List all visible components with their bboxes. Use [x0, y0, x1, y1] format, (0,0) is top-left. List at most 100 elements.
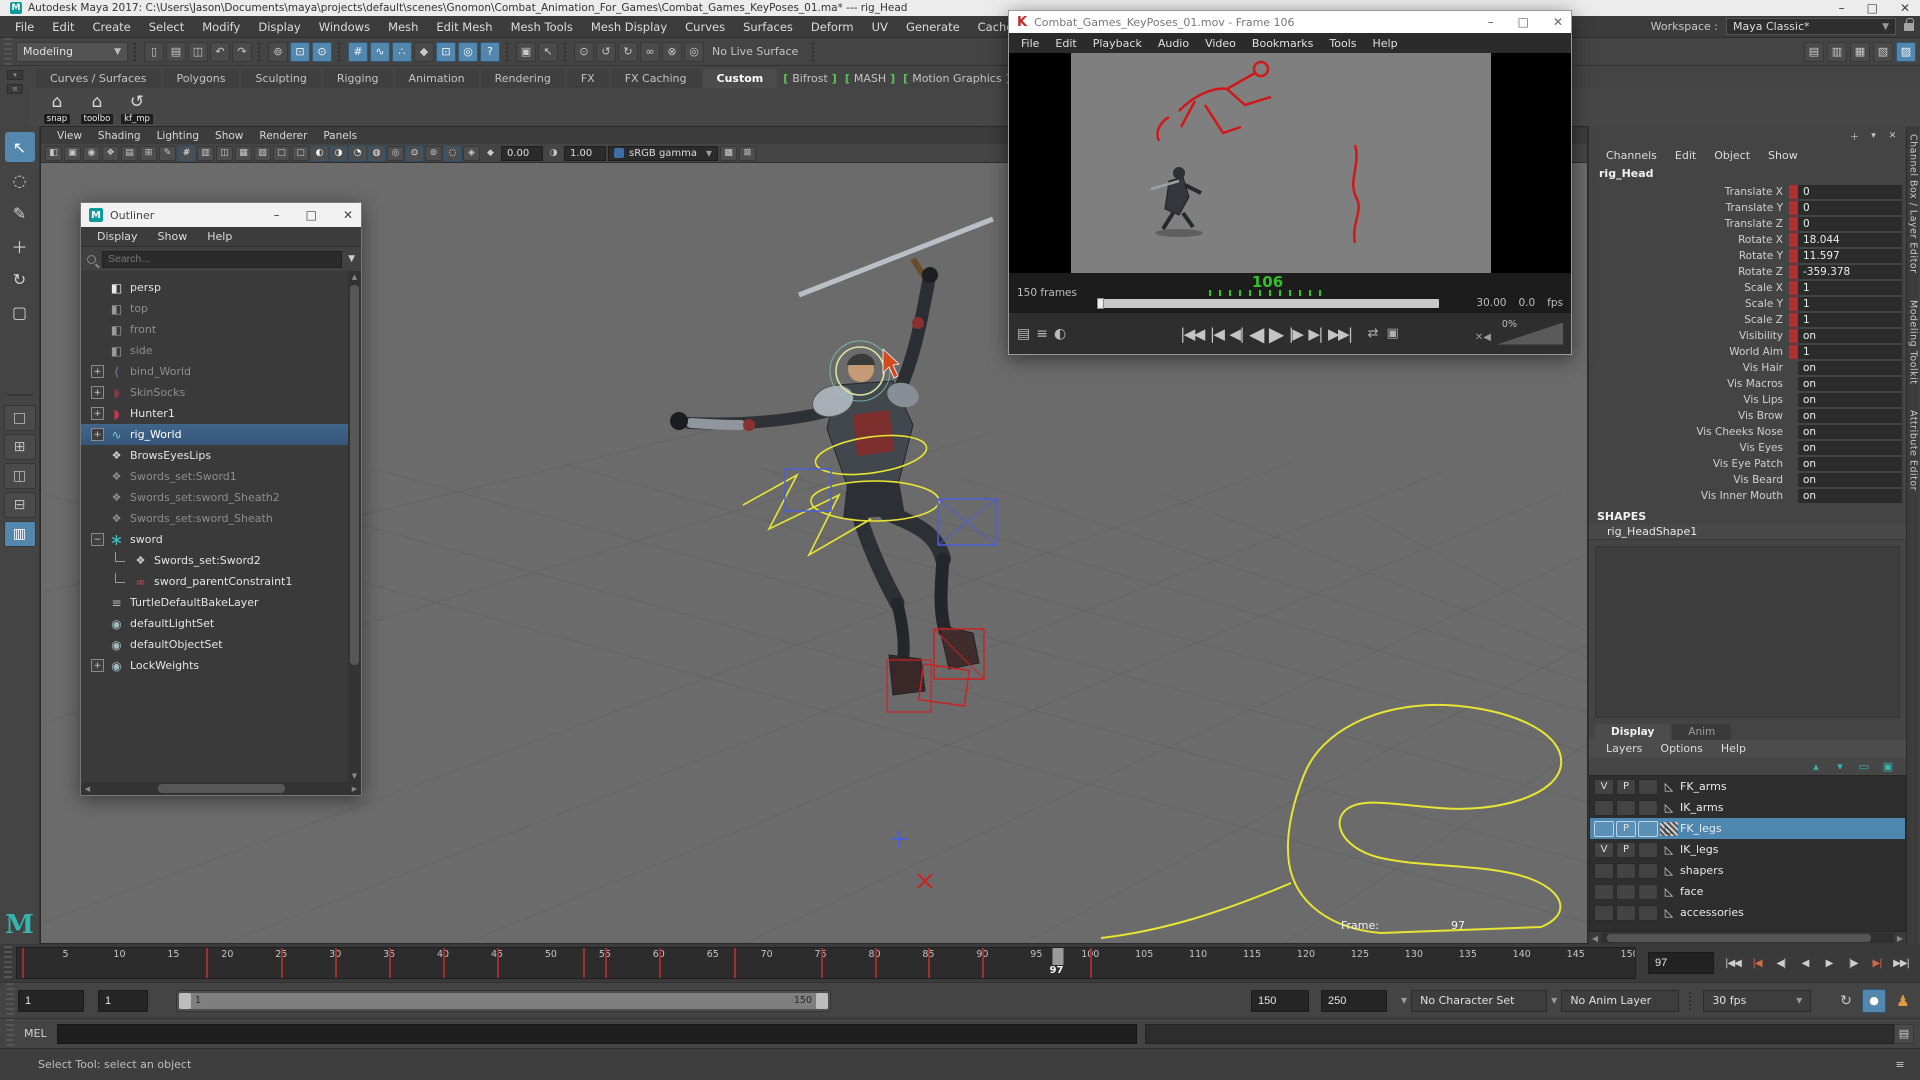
outliner-item-label[interactable]: Swords_set:Sword2 — [154, 554, 261, 567]
expander-icon[interactable] — [91, 470, 104, 483]
gamma-field[interactable]: 1.00 — [564, 146, 606, 161]
outliner-item[interactable]: ≡ TurtleDefaultBakeLayer — [81, 592, 348, 613]
panel-menu-item[interactable]: Show — [207, 130, 251, 142]
attribute-editor-toggle-icon[interactable]: ▦ — [1850, 42, 1870, 62]
outliner-item[interactable]: ∞ sword_parentConstraint1 — [81, 571, 348, 592]
empty-layer-icon[interactable]: ▭ — [1856, 759, 1872, 773]
channel-row[interactable]: Scale X 1 — [1589, 280, 1906, 296]
depth-of-field-icon[interactable]: ◈ — [463, 146, 480, 161]
move-layer-up-icon[interactable]: ▴ — [1808, 759, 1824, 773]
panel-menu-item[interactable]: View — [49, 130, 90, 142]
playback-loop-icon[interactable]: ↻ — [1836, 991, 1856, 1011]
snap-to-view-plane-icon[interactable]: ⊡ — [436, 42, 456, 62]
channel-value-field[interactable]: 18.044 — [1798, 233, 1902, 247]
player-transport-button[interactable]: ◀ — [1249, 322, 1263, 346]
range-start-handle[interactable] — [179, 993, 191, 1009]
playback-button[interactable]: |▶ — [1842, 951, 1864, 975]
outliner-persp-layout-icon[interactable]: ▥ — [4, 521, 36, 547]
player-scrub-bar[interactable] — [1097, 299, 1439, 308]
expander-icon[interactable]: + — [91, 428, 104, 441]
outliner-item[interactable]: ❖ Swords_set:Sword1 — [81, 466, 348, 487]
channel-row[interactable]: Vis Eye Patch on — [1589, 456, 1906, 472]
manipulator-icon[interactable]: ＋ — [1847, 129, 1862, 143]
channel-row[interactable]: Vis Brow on — [1589, 408, 1906, 424]
playback-start-field[interactable] — [98, 990, 148, 1012]
layer-display-type-toggle[interactable] — [1638, 779, 1658, 795]
layer-playback-toggle[interactable]: P — [1616, 821, 1636, 837]
channel-value-field[interactable]: on — [1798, 361, 1902, 375]
snap-options-icon[interactable]: ? — [480, 42, 500, 62]
player-transport-button[interactable]: ▶ — [1269, 322, 1283, 346]
scrub-handle[interactable] — [1097, 298, 1104, 309]
outliner-menu-item[interactable]: Display — [87, 230, 148, 243]
outliner-item[interactable]: + ◉ LockWeights — [81, 655, 348, 676]
layer-display-type-toggle[interactable] — [1638, 821, 1658, 837]
panel-menu-item[interactable]: Renderer — [251, 130, 315, 142]
outliner-item-label[interactable]: sword — [130, 533, 163, 546]
lock-icon[interactable]: ▣ — [516, 42, 536, 62]
layer-playback-toggle[interactable]: P — [1616, 842, 1636, 858]
command-input[interactable] — [57, 1024, 1137, 1044]
layer-horizontal-scrollbar[interactable]: ◀ ▶ — [1589, 932, 1906, 944]
channel-box-menu-item[interactable]: Channels — [1597, 149, 1666, 162]
chevron-down-icon[interactable]: ▼ — [348, 254, 355, 264]
player-transport-button[interactable]: ▶| — [1308, 325, 1322, 343]
menu-item[interactable]: Create — [84, 20, 140, 34]
shelf-button[interactable]: ↺ kf_mp — [120, 90, 154, 124]
channel-value-field[interactable]: 0 — [1798, 217, 1902, 231]
open-scene-icon[interactable]: ▤ — [166, 42, 186, 62]
keyframe-tick[interactable] — [928, 948, 930, 978]
display-layer-row[interactable]: V P ◺ FK_arms — [1590, 776, 1905, 797]
expander-icon[interactable]: + — [91, 407, 104, 420]
bookmark-icon[interactable]: ❖ — [102, 146, 119, 161]
playback-button[interactable]: ▶ — [1818, 951, 1840, 975]
shelf-tab[interactable]: FX — [567, 69, 609, 88]
channel-value-field[interactable]: 1 — [1798, 313, 1902, 327]
outliner-item-label[interactable]: front — [130, 323, 156, 336]
expander-icon[interactable] — [91, 449, 104, 462]
layer-menu-item[interactable]: Help — [1712, 742, 1755, 755]
outliner-item-label[interactable]: persp — [130, 281, 161, 294]
playback-button[interactable]: |◀ — [1746, 951, 1768, 975]
channel-value-field[interactable]: on — [1798, 393, 1902, 407]
hyperbolic-icon[interactable]: ✕ — [1885, 129, 1900, 143]
output-connections-icon[interactable]: ↺ — [596, 42, 616, 62]
menu-item[interactable]: Select — [140, 20, 193, 34]
channel-box-menu-item[interactable]: Show — [1759, 149, 1807, 162]
expander-icon[interactable] — [91, 491, 104, 504]
rotate-tool-icon[interactable]: ↻ — [5, 264, 35, 294]
channel-value-field[interactable]: on — [1798, 489, 1902, 503]
video-display-area[interactable] — [1009, 53, 1571, 273]
sidebar-vertical-tab[interactable]: Attribute Editor — [1908, 410, 1919, 491]
playback-button[interactable]: |◀◀ — [1722, 951, 1744, 975]
scale-tool-icon[interactable]: ▢ — [5, 297, 35, 327]
keyframe-tick[interactable] — [734, 948, 736, 978]
maximize-button[interactable]: □ — [1518, 15, 1529, 29]
layer-visibility-toggle[interactable] — [1594, 884, 1614, 900]
channel-row[interactable]: Vis Inner Mouth on — [1589, 488, 1906, 504]
isolate-select-icon[interactable]: ▩ — [720, 146, 737, 161]
wireframe-on-shaded-icon[interactable]: ◑ — [330, 146, 347, 161]
outliner-item-label[interactable]: TurtleDefaultBakeLayer — [130, 596, 259, 609]
panel-menu-item[interactable]: Shading — [90, 130, 149, 142]
shelf-tab[interactable]: Rigging — [323, 69, 393, 88]
player-menu-item[interactable]: Video — [1197, 37, 1244, 50]
grid-icon[interactable]: # — [178, 146, 195, 161]
shelf-tab[interactable]: Curves / Surfaces — [36, 69, 161, 88]
script-editor-icon[interactable]: ▤ — [1894, 1024, 1914, 1044]
channel-value-field[interactable]: on — [1798, 425, 1902, 439]
drag-handle[interactable] — [6, 1019, 14, 1048]
range-end-handle[interactable] — [816, 993, 828, 1009]
expander-icon[interactable] — [115, 573, 125, 583]
layer-name[interactable]: shapers — [1680, 864, 1723, 877]
undo-icon[interactable]: ↶ — [210, 42, 230, 62]
film-gate-icon[interactable]: ▥ — [197, 146, 214, 161]
menu-set-select[interactable]: Modeling ▼ — [16, 42, 128, 62]
safe-title-icon[interactable]: ▢ — [292, 146, 309, 161]
keyframe-tick[interactable] — [335, 948, 337, 978]
make-object-live-icon[interactable]: ◎ — [458, 42, 478, 62]
display-layer-row[interactable]: ◺ IK_arms — [1590, 797, 1905, 818]
keyframe-tick[interactable] — [443, 948, 445, 978]
outliner-item-label[interactable]: Swords_set:Sword1 — [130, 470, 237, 483]
humanik-toggle-icon[interactable]: ▥ — [1827, 42, 1847, 62]
